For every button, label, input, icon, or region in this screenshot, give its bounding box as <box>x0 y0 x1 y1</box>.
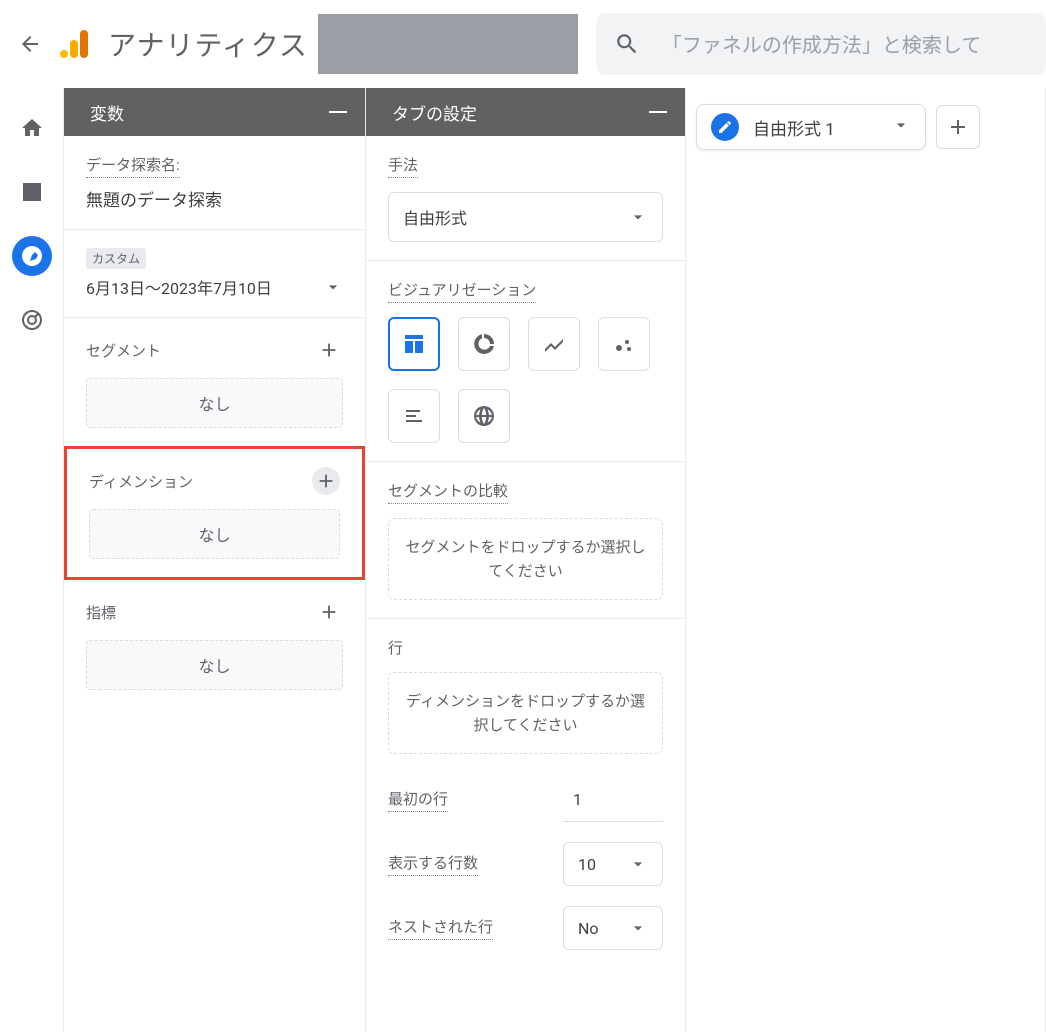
method-select[interactable]: 自由形式 <box>388 192 663 242</box>
date-range-section: カスタム 6月13日～2023年7月10日 <box>64 230 365 318</box>
redacted-property <box>318 14 578 74</box>
viz-line[interactable] <box>528 317 580 371</box>
tab-label: 自由形式 1 <box>753 115 877 140</box>
viz-geo[interactable] <box>458 389 510 443</box>
collapse-button[interactable] <box>329 111 347 113</box>
rows-label: 行 <box>388 637 663 658</box>
rows-drop[interactable]: ディメンションをドロップするか選択してください <box>388 672 663 754</box>
app-title: アナリティクス <box>108 24 308 64</box>
nav-home[interactable] <box>12 108 52 148</box>
add-tab-button[interactable] <box>936 105 980 149</box>
panel-title: 変数 <box>90 100 124 125</box>
chevron-down-icon <box>628 854 648 874</box>
dimensions-label: ディメンション <box>89 471 193 492</box>
chevron-down-icon <box>628 918 648 938</box>
tab-freeform[interactable]: 自由形式 1 <box>696 104 926 150</box>
metrics-section: 指標 なし <box>64 580 365 708</box>
chevron-down-icon <box>628 207 648 227</box>
viz-label: ビジュアリゼーション <box>388 279 536 303</box>
plus-icon <box>318 601 340 623</box>
variables-panel: 変数 データ探索名: 無題のデータ探索 カスタム 6月13日～2023年7月10… <box>64 88 366 1032</box>
plus-icon <box>318 339 340 361</box>
collapse-button[interactable] <box>649 111 667 113</box>
scatter-icon <box>612 332 636 356</box>
viz-bar[interactable] <box>388 389 440 443</box>
search-icon <box>614 31 640 57</box>
panel-header-variables: 変数 <box>64 88 365 136</box>
seg-compare-label: セグメントの比較 <box>388 480 508 504</box>
add-dimension-button[interactable] <box>312 467 340 495</box>
date-range-value: 6月13日～2023年7月10日 <box>86 275 272 299</box>
bar-chart-icon <box>20 180 44 204</box>
seg-compare-drop[interactable]: セグメントをドロップするか選択してください <box>388 518 663 600</box>
method-label: 手法 <box>388 154 418 178</box>
segments-empty[interactable]: なし <box>86 378 343 428</box>
search-placeholder: 「ファネルの作成方法」と検索して <box>662 29 981 58</box>
dimensions-section-highlighted: ディメンション なし <box>64 446 365 580</box>
arrow-left-icon <box>18 32 42 56</box>
exploration-name-value[interactable]: 無題のデータ探索 <box>86 186 343 211</box>
date-badge: カスタム <box>86 248 146 269</box>
viz-table[interactable] <box>388 317 440 371</box>
nav-reports[interactable] <box>12 172 52 212</box>
nested-label: ネストされた行 <box>388 916 493 940</box>
date-range-picker[interactable]: 6月13日～2023年7月10日 <box>86 275 343 299</box>
segments-section: セグメント なし <box>64 318 365 447</box>
panel-header-tab-settings: タブの設定 <box>366 88 685 136</box>
show-rows-select[interactable]: 10 <box>563 842 663 886</box>
exploration-name-section: データ探索名: 無題のデータ探索 <box>64 136 365 230</box>
visualization-section: ビジュアリゼーション <box>366 261 685 462</box>
donut-icon <box>472 332 496 356</box>
method-value: 自由形式 <box>403 205 467 229</box>
top-bar: アナリティクス 「ファネルの作成方法」と検索して <box>0 0 1046 88</box>
left-nav <box>0 88 64 1032</box>
explore-icon <box>20 244 44 268</box>
viz-scatter[interactable] <box>598 317 650 371</box>
edit-icon-circle <box>711 113 739 141</box>
metrics-label: 指標 <box>86 602 116 623</box>
metrics-empty[interactable]: なし <box>86 640 343 690</box>
plus-icon <box>946 115 970 139</box>
viz-donut[interactable] <box>458 317 510 371</box>
tab-chevron[interactable] <box>891 115 911 139</box>
method-section: 手法 自由形式 <box>366 136 685 261</box>
exploration-name-label: データ探索名: <box>86 154 180 178</box>
pencil-icon <box>717 119 733 135</box>
first-row-label: 最初の行 <box>388 788 448 812</box>
search-input[interactable]: 「ファネルの作成方法」と検索して <box>596 13 1046 75</box>
nav-admin[interactable] <box>12 300 52 340</box>
globe-icon <box>472 404 496 428</box>
plus-icon <box>315 470 337 492</box>
add-segment-button[interactable] <box>315 336 343 364</box>
dimensions-empty[interactable]: なし <box>89 509 340 559</box>
chevron-down-icon <box>323 277 343 297</box>
chevron-down-icon <box>891 115 911 135</box>
back-button[interactable] <box>0 32 60 56</box>
first-row-input[interactable]: 1 <box>563 778 663 822</box>
segments-label: セグメント <box>86 340 161 361</box>
add-metric-button[interactable] <box>315 598 343 626</box>
nav-explore[interactable] <box>12 236 52 276</box>
nested-select[interactable]: No <box>563 906 663 950</box>
show-rows-label: 表示する行数 <box>388 852 478 876</box>
tab-settings-panel: タブの設定 手法 自由形式 ビジュアリゼーション セグメントの比較 セグメントを <box>366 88 686 1032</box>
table-icon <box>402 332 426 356</box>
home-icon <box>20 116 44 140</box>
panel-title: タブの設定 <box>392 100 477 125</box>
target-icon <box>20 308 44 332</box>
bar-icon <box>402 404 426 428</box>
rows-section: 行 ディメンションをドロップするか選択してください 最初の行 1 表示する行数 … <box>366 619 685 968</box>
analytics-logo <box>60 30 90 58</box>
line-icon <box>542 332 566 356</box>
canvas-area: 自由形式 1 <box>686 88 1046 1032</box>
segment-compare-section: セグメントの比較 セグメントをドロップするか選択してください <box>366 462 685 619</box>
